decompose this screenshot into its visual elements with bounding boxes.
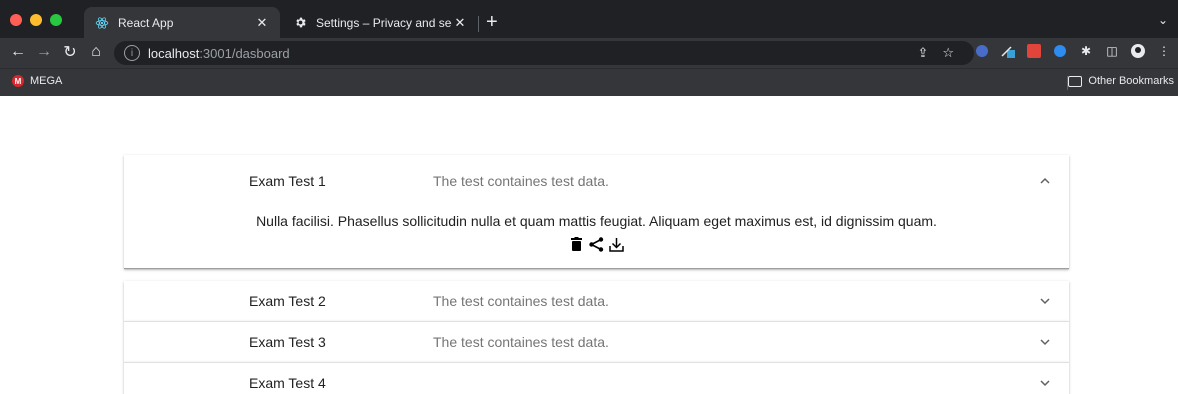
close-tab-icon[interactable]: ✕ [452, 15, 468, 31]
chevron-down-icon[interactable] [1039, 336, 1051, 348]
accordion-summary[interactable]: Exam Test 4 [124, 363, 1069, 394]
accordion-summary[interactable]: Exam Test 2 The test containes test data… [124, 281, 1069, 321]
url-host: localhost [148, 45, 200, 61]
tab-react-app[interactable]: React App ✕ [84, 7, 280, 38]
close-window-button[interactable] [10, 14, 22, 26]
other-bookmarks[interactable]: Other Bookmarks [1068, 75, 1174, 87]
exam-title: Exam Test 1 [249, 173, 326, 189]
extension-red-icon[interactable] [1026, 43, 1042, 59]
extensions-puzzle-icon[interactable]: ✱ [1078, 43, 1094, 59]
chevron-down-icon[interactable] [1039, 377, 1051, 389]
react-icon [94, 15, 110, 31]
sidebar-icon[interactable]: ◫ [1104, 43, 1120, 59]
tab-title: Settings – Privacy and security [316, 15, 452, 30]
exam-title: Exam Test 4 [249, 375, 326, 391]
nav-buttons: ← → ↻ ⌂ [6, 42, 108, 62]
menu-kebab-icon[interactable]: ⋮ [1156, 43, 1172, 59]
chevron-up-icon[interactable] [1039, 175, 1051, 187]
trash-icon[interactable] [568, 235, 584, 253]
forward-icon[interactable]: → [32, 43, 56, 61]
gear-icon [292, 15, 308, 31]
site-info-icon[interactable]: i [124, 45, 140, 61]
profile-avatar-icon[interactable] [1130, 43, 1146, 59]
accordion-item-exam-4: Exam Test 4 [124, 362, 1069, 394]
exam-actions [568, 235, 624, 253]
accordion-item-exam-2: Exam Test 2 The test containes test data… [124, 281, 1069, 321]
tab-separator [478, 16, 479, 32]
exam-description: The test containes test data. [433, 293, 609, 309]
bookmark-mega[interactable]: M MEGA [12, 75, 62, 87]
reload-icon[interactable]: ↻ [58, 42, 82, 62]
page-content: Exam Test 1 The test containes test data… [0, 96, 1178, 394]
accordion-summary[interactable]: Exam Test 1 The test containes test data… [124, 155, 1069, 207]
close-tab-icon[interactable]: ✕ [254, 15, 270, 31]
exam-title: Exam Test 3 [249, 334, 326, 350]
exam-description: The test containes test data. [433, 334, 609, 350]
tab-title: React App [118, 15, 174, 30]
accordion-summary[interactable]: Exam Test 3 The test containes test data… [124, 322, 1069, 362]
address-bar[interactable]: i localhost:3001/dasboard ⇪ ☆ [114, 41, 974, 65]
window-controls [10, 14, 62, 26]
new-tab-icon[interactable]: + [486, 12, 498, 32]
bookmarks-bar: M MEGA Other Bookmarks [0, 68, 1178, 96]
folder-icon [1068, 75, 1083, 87]
tab-strip: React App ✕ Settings – Privacy and secur… [0, 0, 1178, 38]
browser-toolbar: ← → ↻ ⌂ i localhost:3001/dasboard ⇪ ☆ ✱ … [0, 38, 1178, 68]
mega-logo-icon: M [12, 75, 24, 87]
bookmark-star-icon[interactable]: ☆ [942, 45, 954, 61]
download-icon[interactable] [608, 235, 624, 253]
maximize-window-button[interactable] [50, 14, 62, 26]
extension-pen-icon[interactable] [1000, 43, 1016, 59]
tab-settings[interactable]: Settings – Privacy and security ✕ [282, 7, 478, 38]
exam-title: Exam Test 2 [249, 293, 326, 309]
address-bar-actions: ⇪ ☆ [917, 45, 954, 61]
url-path: :3001/dasboard [199, 45, 290, 61]
share-page-icon[interactable]: ⇪ [917, 45, 928, 61]
extension-round-blue-icon[interactable] [1052, 43, 1068, 59]
chevron-down-icon[interactable] [1039, 295, 1051, 307]
home-icon[interactable]: ⌂ [84, 43, 108, 61]
browser-chrome: React App ✕ Settings – Privacy and secur… [0, 0, 1178, 96]
accordion-details: Nulla facilisi. Phasellus sollicitudin n… [124, 207, 1069, 269]
bookmark-label: MEGA [30, 75, 63, 87]
accordion-item-exam-1: Exam Test 1 The test containes test data… [124, 155, 1069, 269]
share-icon[interactable] [588, 235, 604, 253]
back-icon[interactable]: ← [6, 43, 30, 61]
minimize-window-button[interactable] [30, 14, 42, 26]
exam-accordion: Exam Test 1 The test containes test data… [124, 155, 1069, 394]
exam-details-text: Nulla facilisi. Phasellus sollicitudin n… [256, 213, 937, 229]
tab-search-chevron-icon[interactable]: ⌄ [1158, 13, 1168, 27]
extensions-bar: ✱ ◫ ⋮ [974, 43, 1172, 59]
exam-description: The test containes test data. [433, 173, 609, 189]
other-bookmarks-label: Other Bookmarks [1088, 75, 1174, 87]
extension-blue-icon[interactable] [974, 43, 990, 59]
accordion-item-exam-3: Exam Test 3 The test containes test data… [124, 321, 1069, 362]
